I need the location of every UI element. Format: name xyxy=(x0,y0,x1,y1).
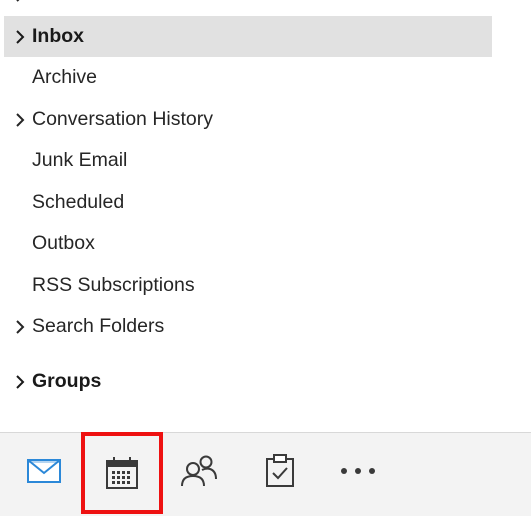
folder-pane: Deleted Items 2677 Inbox Archive Convers… xyxy=(0,0,531,432)
folder-archive[interactable]: Archive xyxy=(4,57,492,98)
chevron-right-icon[interactable] xyxy=(15,0,25,2)
unread-count: 2677 xyxy=(434,0,476,15)
folder-label: Junk Email xyxy=(32,149,128,171)
mail-button[interactable] xyxy=(18,445,70,497)
folder-label: RSS Subscriptions xyxy=(32,274,195,296)
more-apps-button[interactable] xyxy=(332,445,384,497)
folder-deleted-items[interactable]: Deleted Items 2677 xyxy=(4,0,492,15)
groups-label: Groups xyxy=(32,370,102,392)
module-nav-bar xyxy=(0,432,531,516)
chevron-right-icon[interactable] xyxy=(15,374,25,389)
folder-label: Archive xyxy=(32,66,98,88)
calendar-icon xyxy=(106,457,138,489)
folder-label: Outbox xyxy=(32,232,95,254)
folder-label: Conversation History xyxy=(32,108,213,130)
tasks-button[interactable] xyxy=(254,445,306,497)
folder-inbox[interactable]: Inbox xyxy=(4,16,492,57)
chevron-right-icon[interactable] xyxy=(15,112,25,127)
groups-header[interactable]: Groups xyxy=(4,361,492,402)
folder-outbox[interactable]: Outbox xyxy=(4,223,492,264)
folder-conversation-history[interactable]: Conversation History xyxy=(4,99,492,140)
folder-label: Search Folders xyxy=(32,315,165,337)
mail-icon xyxy=(27,459,61,483)
people-button[interactable] xyxy=(173,445,225,497)
chevron-right-icon[interactable] xyxy=(15,319,25,334)
tasks-icon xyxy=(266,454,294,487)
people-icon xyxy=(181,455,217,487)
folder-label: Inbox xyxy=(32,25,84,47)
folder-rss-subscriptions[interactable]: RSS Subscriptions xyxy=(4,265,492,306)
folder-scheduled[interactable]: Scheduled xyxy=(4,182,492,223)
folder-junk-email[interactable]: Junk Email xyxy=(4,140,492,181)
chevron-right-icon[interactable] xyxy=(15,29,25,44)
folder-search-folders[interactable]: Search Folders xyxy=(4,306,492,347)
folder-label: Deleted Items xyxy=(32,0,152,15)
folder-label: Scheduled xyxy=(32,191,125,213)
more-icon xyxy=(341,468,375,474)
calendar-button[interactable] xyxy=(81,432,163,514)
